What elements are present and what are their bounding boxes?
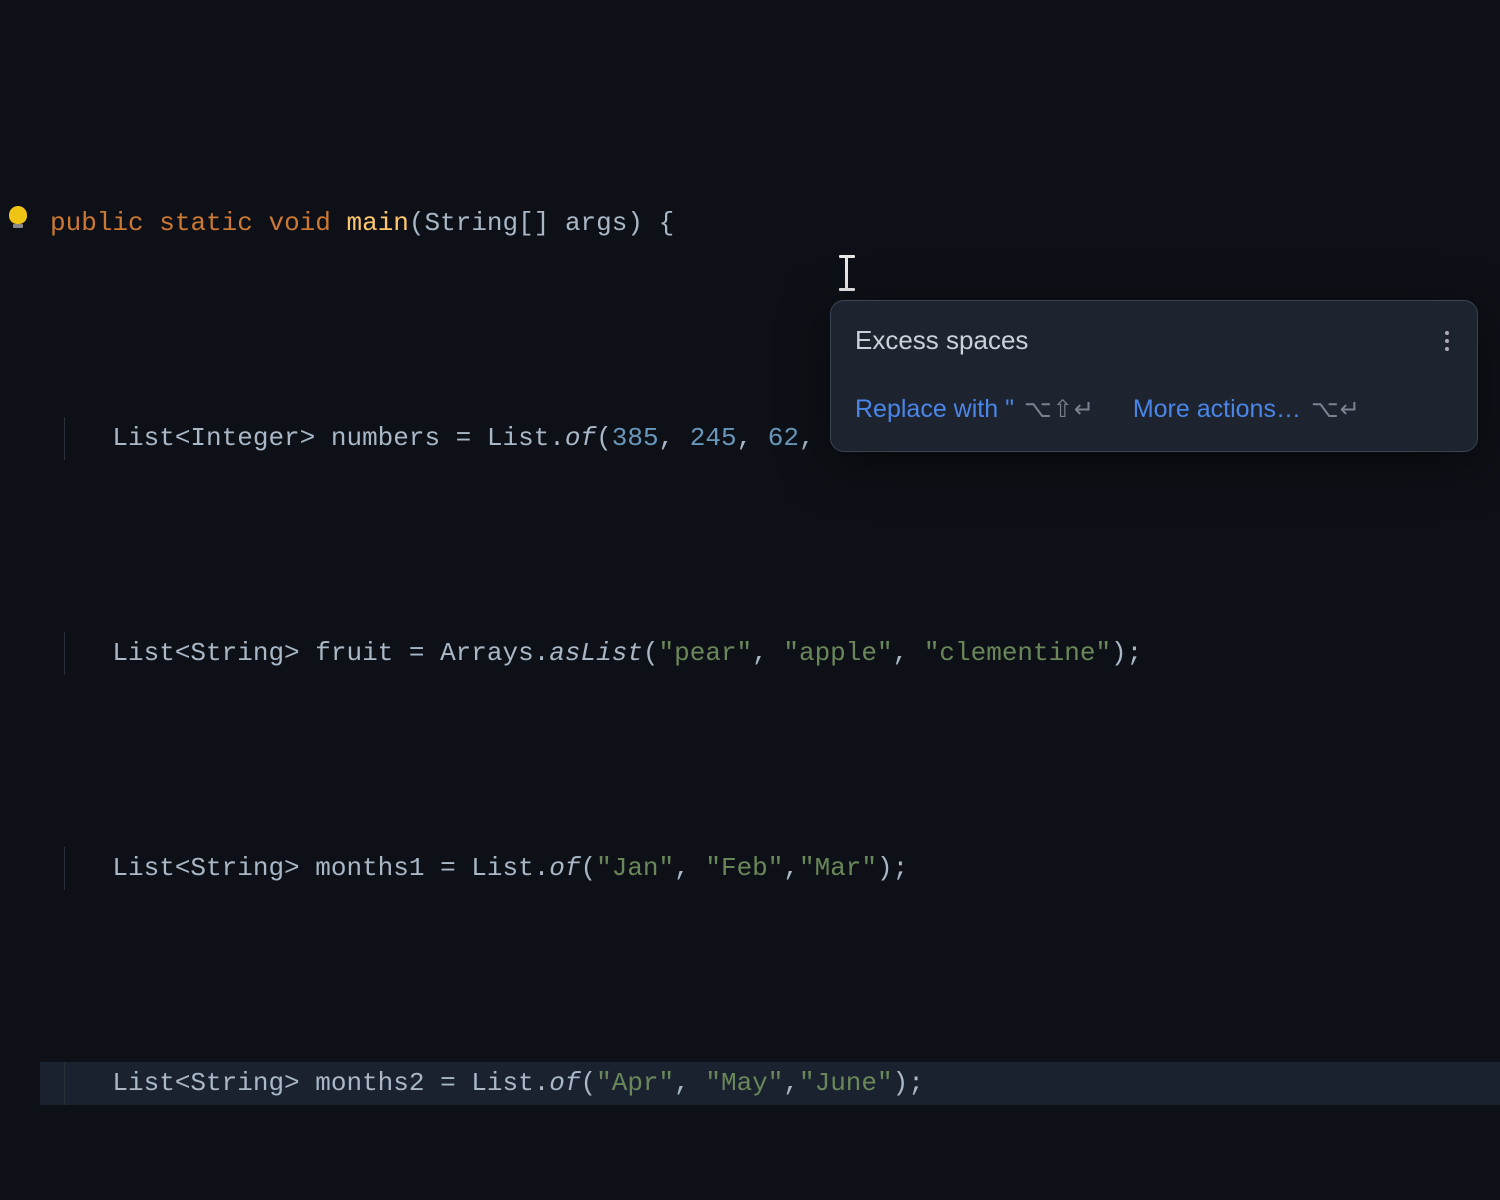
code-line[interactable]: public static void main(String[] args) { <box>40 202 1500 245</box>
inspection-popup: Excess spaces Replace with " ⌥⇧↵ More ac… <box>830 300 1478 452</box>
intention-bulb-icon[interactable] <box>8 206 28 230</box>
quickfix-replace-link[interactable]: Replace with " <box>855 388 1014 431</box>
code-line[interactable]: List<String> months1 = List.of("Jan", "F… <box>40 847 1500 890</box>
code-line-caret[interactable]: List<String> months2 = List.of("Apr", "M… <box>40 1062 1500 1105</box>
shortcut-hint: ⌥↵ <box>1311 388 1361 431</box>
code-line[interactable]: List<String> fruit = Arrays.asList("pear… <box>40 632 1500 675</box>
inspection-title: Excess spaces <box>855 319 1028 362</box>
more-actions-link[interactable]: More actions… <box>1133 388 1301 431</box>
more-menu-icon[interactable] <box>1441 327 1453 355</box>
shortcut-hint: ⌥⇧↵ <box>1024 388 1095 431</box>
code-editor[interactable]: public static void main(String[] args) {… <box>40 30 1500 1200</box>
editor-gutter <box>0 0 40 600</box>
